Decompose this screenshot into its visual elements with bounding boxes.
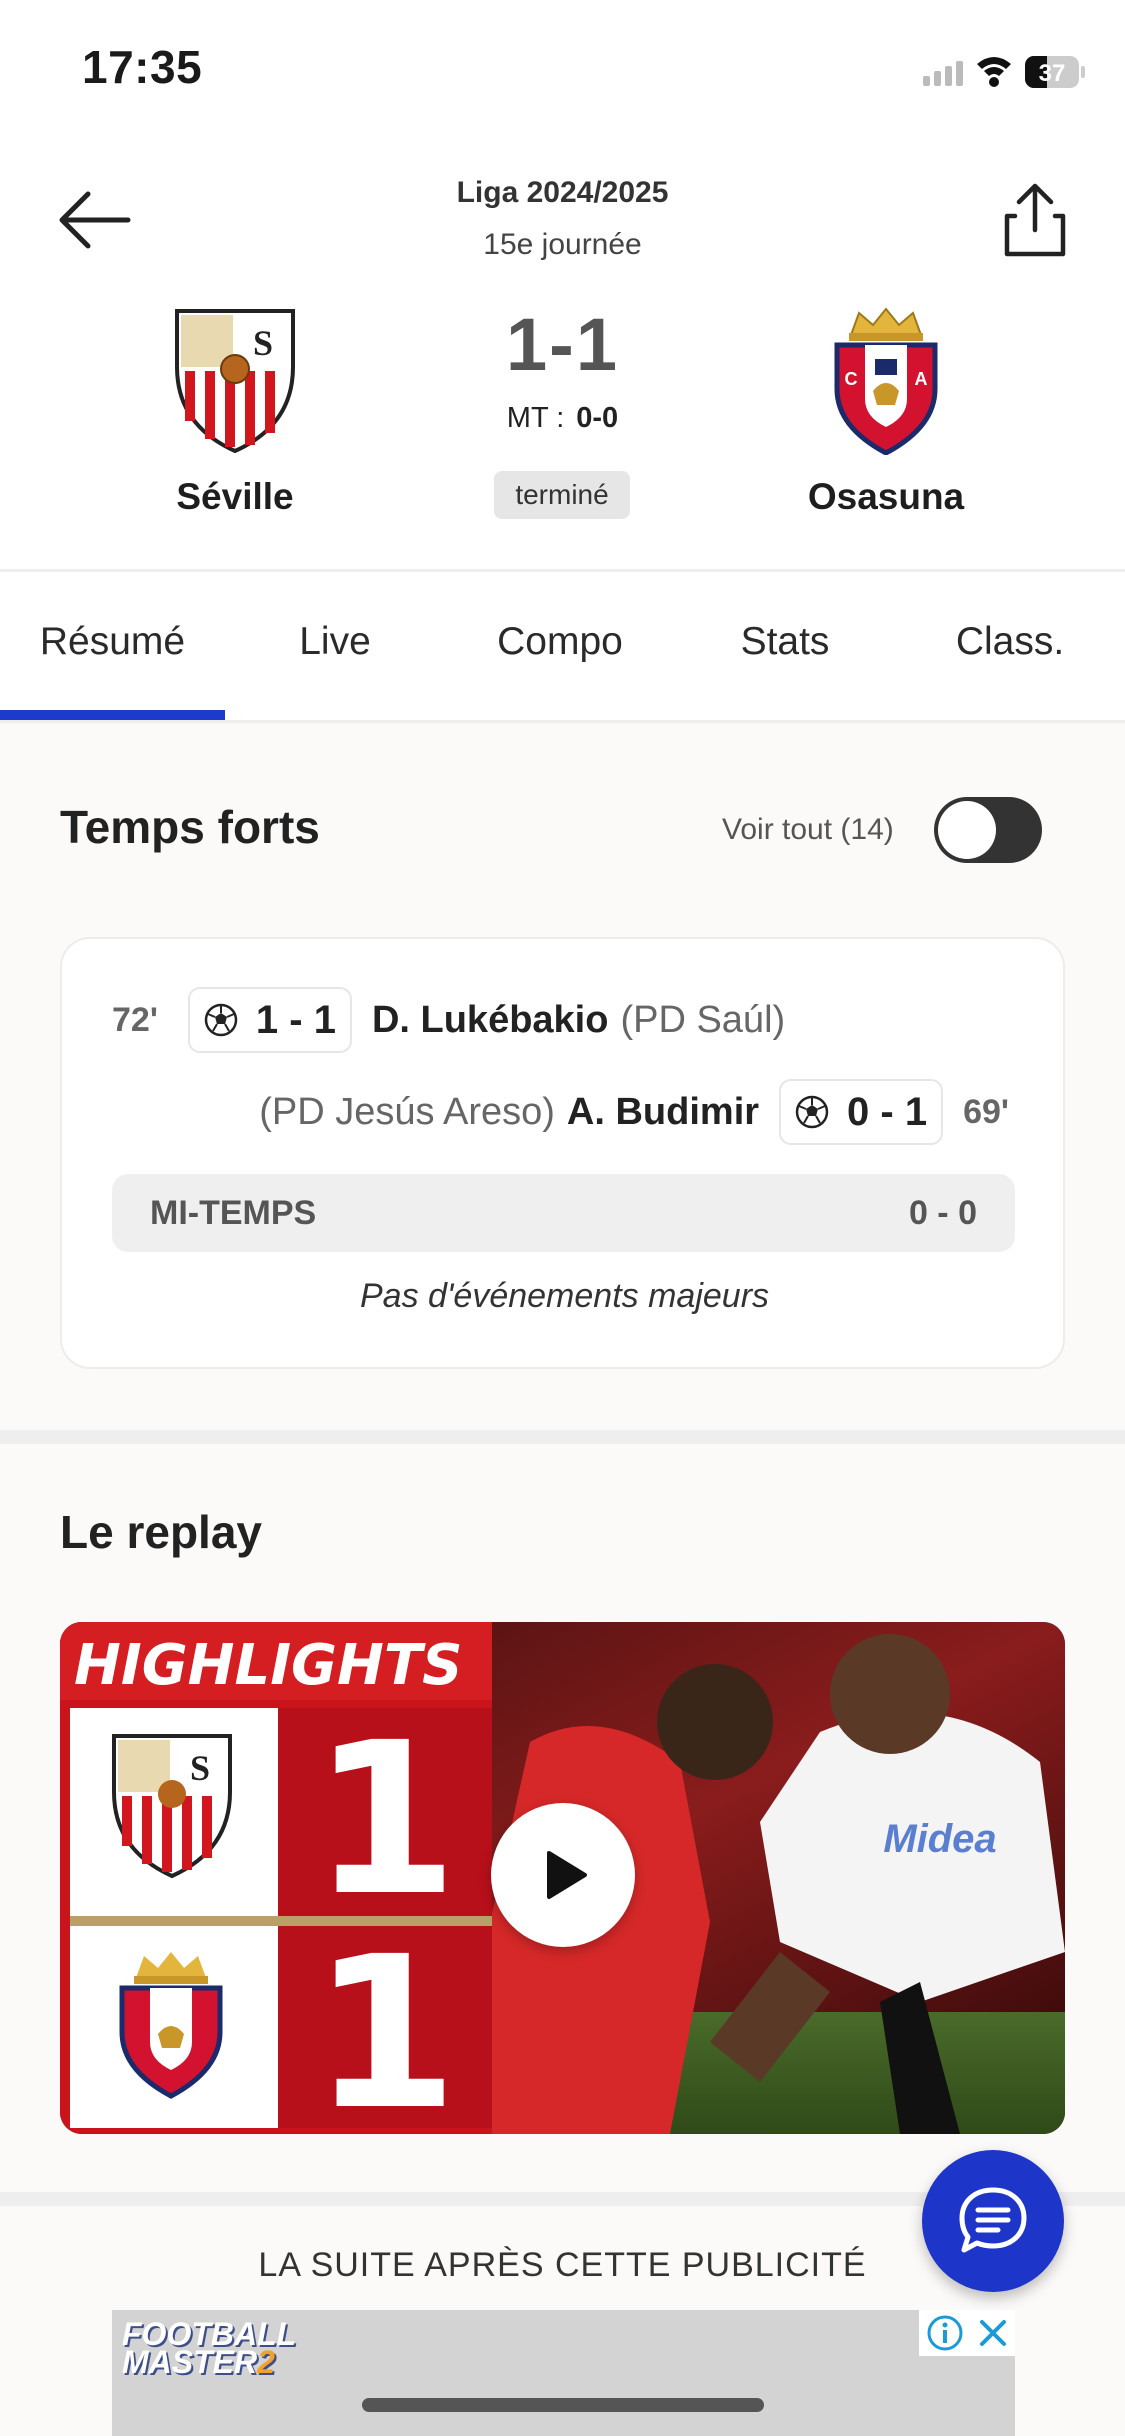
tab-class[interactable]: Class. <box>895 572 1125 712</box>
tab-stats[interactable]: Stats <box>675 572 895 712</box>
tab-bar: Résumé Live Compo Stats Class. <box>0 572 1125 722</box>
event-assist: (PD Saúl) <box>620 998 786 1041</box>
signal-icon <box>923 61 963 86</box>
halftime-bar: MI-TEMPS 0 - 0 <box>112 1174 1015 1252</box>
toggle-knob <box>938 801 996 859</box>
event-row-away-goal[interactable]: (PD Jesús Areso) A. Budimir 0 - 1 69' <box>259 1079 1009 1145</box>
no-events-text: Pas d'événements majeurs <box>359 1277 770 1315</box>
soccer-ball-icon <box>204 1003 238 1037</box>
ad-banner[interactable]: FOOTBALL MASTER2 <box>112 2310 1015 2436</box>
ad-brand-logo: FOOTBALL MASTER2 <box>122 2318 296 2378</box>
see-all-label[interactable]: Voir tout (14) <box>722 813 894 847</box>
play-button[interactable] <box>491 1803 635 1947</box>
halftime-label: MT : <box>506 402 565 434</box>
battery-level: 37 <box>1039 60 1066 87</box>
event-player: A. Budimir <box>566 1090 760 1133</box>
section-divider <box>0 1430 1125 1444</box>
home-goals-number: 1 <box>312 1697 458 1942</box>
event-assist: (PD Jesús Areso) <box>259 1090 555 1133</box>
highlights-banner-text: HIGHLIGHTS <box>74 1633 462 1698</box>
halftime-score: 0-0 <box>576 402 619 434</box>
ad-brand-number: 2 <box>257 2344 275 2380</box>
halftime-score-line: MT : 0-0 <box>0 402 1125 435</box>
play-icon <box>547 1851 587 1899</box>
league-title: Liga 2024/2025 <box>456 176 669 209</box>
highlights-title: Temps forts <box>60 801 320 853</box>
battery-icon: 37 <box>1025 56 1085 88</box>
away-team-name: Osasuna <box>807 476 965 517</box>
halftime-bar-score: 0 - 0 <box>908 1193 977 1232</box>
events-card: 72' 1 - 1 D. Lukébakio (PD Saúl) (PD Jes… <box>60 937 1065 1369</box>
see-all-toggle[interactable] <box>934 797 1042 863</box>
halftime-bar-label: MI-TEMPS <box>150 1193 317 1232</box>
tab-compo[interactable]: Compo <box>445 572 675 712</box>
info-icon[interactable] <box>926 2314 964 2352</box>
ad-brand-line2: MASTER <box>122 2344 258 2380</box>
close-icon[interactable] <box>977 2317 1009 2349</box>
home-indicator[interactable] <box>362 2398 764 2412</box>
tab-resume[interactable]: Résumé <box>0 572 225 712</box>
round-label: 15e journée <box>483 228 642 261</box>
replay-title: Le replay <box>60 1506 262 1558</box>
event-score: 0 - 1 <box>847 1089 928 1134</box>
tab-active-indicator <box>0 710 225 720</box>
ad-controls <box>919 2310 1015 2356</box>
chat-icon <box>959 2187 1027 2253</box>
event-player: D. Lukébakio <box>371 998 609 1041</box>
event-row-home-goal[interactable]: 72' 1 - 1 D. Lukébakio (PD Saúl) <box>112 987 785 1053</box>
svg-text:S: S <box>190 1748 210 1788</box>
event-score-badge: 0 - 1 <box>779 1079 944 1145</box>
soccer-ball-icon <box>795 1095 829 1129</box>
jersey-sponsor: Midea <box>883 1817 996 1861</box>
status-time: 17:35 <box>82 41 203 93</box>
away-goals-number: 1 <box>312 1911 458 2134</box>
chat-button[interactable] <box>922 2150 1064 2292</box>
event-score: 1 - 1 <box>255 997 336 1042</box>
event-score-badge: 1 - 1 <box>187 987 352 1053</box>
tab-live[interactable]: Live <box>225 572 445 712</box>
event-minute: 69' <box>963 1092 1009 1131</box>
wifi-icon <box>977 57 1011 87</box>
home-team-name: Séville <box>176 476 294 517</box>
status-badge: terminé <box>494 471 630 519</box>
status-icons: 37 <box>865 50 1085 94</box>
match-score: 1-1 <box>506 303 619 386</box>
event-minute: 72' <box>112 1000 158 1039</box>
